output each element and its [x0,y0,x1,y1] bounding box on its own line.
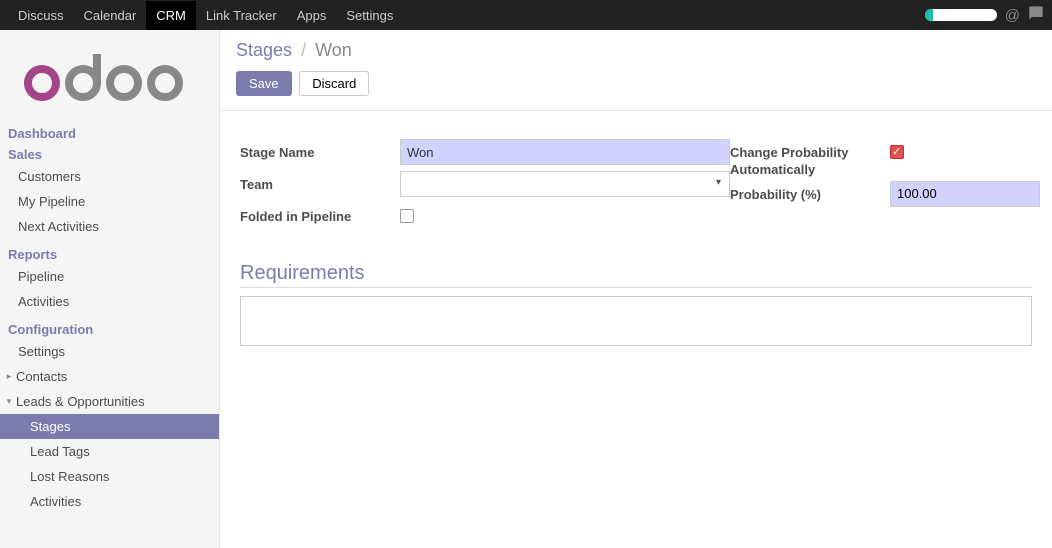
requirements-editor[interactable] [240,296,1032,346]
nav-item-link-tracker[interactable]: Link Tracker [196,1,287,30]
sidebar-link-my-pipeline[interactable]: My Pipeline [0,189,219,214]
breadcrumb-current: Won [315,40,352,60]
label-team: Team [240,171,400,192]
sidebar-link-settings[interactable]: Settings [0,339,219,364]
nav-item-calendar[interactable]: Calendar [74,1,147,30]
label-change-probability: Change Probability Automatically [730,139,890,179]
nav-item-settings[interactable]: Settings [336,1,403,30]
save-button[interactable]: Save [236,71,292,96]
input-stage-name[interactable] [400,139,730,165]
sidebar-link-pipeline[interactable]: Pipeline [0,264,219,289]
nav-item-crm[interactable]: CRM [146,1,196,30]
sidebar: Dashboard Sales Customers My Pipeline Ne… [0,30,220,548]
breadcrumb-separator: / [297,40,310,60]
nav-item-discuss[interactable]: Discuss [8,1,74,30]
sidebar-item-label: Leads & Opportunities [16,394,145,409]
top-navbar: Discuss Calendar CRM Link Tracker Apps S… [0,0,1052,30]
breadcrumb: Stages / Won [236,40,1036,61]
content-area: Stages / Won Save Discard Stage Name Tea [220,30,1052,548]
discard-button[interactable]: Discard [299,71,369,96]
caret-right-icon: ▸ [4,371,14,382]
at-mention-icon[interactable]: @ [1005,7,1020,24]
select-team[interactable] [400,171,730,197]
breadcrumb-stages[interactable]: Stages [236,40,292,60]
checkbox-folded[interactable] [400,209,414,223]
sidebar-sublink-stages[interactable]: Stages [0,414,219,439]
sidebar-item-contacts[interactable]: ▸ Contacts [0,364,219,389]
caret-down-icon: ▾ [4,396,14,407]
chat-icon[interactable] [1028,5,1044,25]
sidebar-title-configuration[interactable]: Configuration [0,320,219,339]
label-probability: Probability (%) [730,181,890,204]
nav-item-apps[interactable]: Apps [287,1,337,30]
trial-progress[interactable] [925,9,997,21]
sidebar-sublink-activities[interactable]: Activities [0,489,219,514]
label-stage-name: Stage Name [240,139,400,160]
sidebar-title-reports[interactable]: Reports [0,245,219,264]
sidebar-sublink-lost-reasons[interactable]: Lost Reasons [0,464,219,489]
label-folded: Folded in Pipeline [240,203,400,224]
logo [0,30,219,124]
sidebar-item-leads-opportunities[interactable]: ▾ Leads & Opportunities [0,389,219,414]
sidebar-sublink-lead-tags[interactable]: Lead Tags [0,439,219,464]
input-probability[interactable] [890,181,1040,207]
sidebar-item-label: Contacts [16,369,67,384]
sidebar-link-next-activities[interactable]: Next Activities [0,214,219,239]
section-title-requirements: Requirements [240,262,1032,288]
sidebar-title-dashboard[interactable]: Dashboard [0,124,219,143]
sidebar-link-customers[interactable]: Customers [0,164,219,189]
sidebar-title-sales[interactable]: Sales [0,145,219,164]
sidebar-link-activities[interactable]: Activities [0,289,219,314]
form-sheet: Stage Name Team Folded in Pipeline [220,111,1052,548]
content-header: Stages / Won Save Discard [220,30,1052,111]
checkbox-change-probability[interactable] [890,145,904,159]
